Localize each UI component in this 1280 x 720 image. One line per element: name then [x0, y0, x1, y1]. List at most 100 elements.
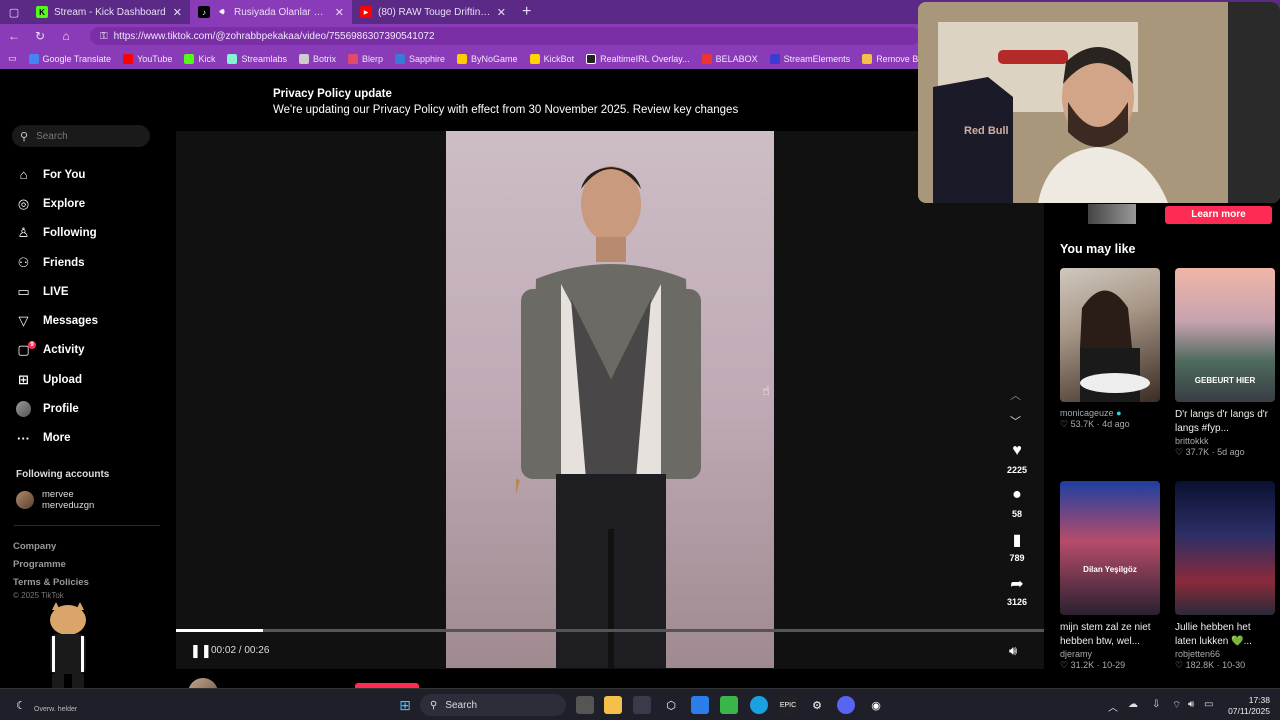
bookmark-blerp[interactable]: Blerp	[348, 53, 383, 64]
card-author[interactable]: robjetten66	[1175, 649, 1275, 659]
usb-icon[interactable]: ⇩	[1152, 699, 1160, 710]
youtube-icon	[123, 53, 134, 64]
bookmark-sapphire[interactable]: Sapphire	[395, 53, 445, 64]
browser-tab-tiktok[interactable]: ♪ 🔊︎ Rusiyada Olanlar Derhal Çıxın ✕	[190, 0, 352, 24]
browser-tab-kick[interactable]: K Stream - Kick Dashboard ✕	[28, 0, 190, 24]
footer-link-programme[interactable]: Programme	[13, 556, 89, 574]
video-thumbnail[interactable]	[1175, 481, 1275, 615]
url-field[interactable]: ⚿ https://www.tiktok.com/@zohrabbpekakaa…	[90, 27, 920, 45]
app-icon[interactable]: ⬡	[662, 696, 680, 714]
video-thumbnail[interactable]: GEBEURT HIER	[1175, 268, 1275, 402]
comment-button[interactable]: ● 58	[1001, 486, 1033, 519]
video-player[interactable]	[176, 131, 1044, 669]
cloud-icon[interactable]: ☁	[1128, 699, 1138, 710]
bookmark-botrix[interactable]: Botrix	[298, 53, 336, 64]
search-input[interactable]: ⚲ Search	[12, 125, 150, 147]
weather-icon[interactable]: ☾	[12, 696, 30, 714]
card-author[interactable]: djeramy	[1060, 649, 1160, 659]
sidebar-item-messages[interactable]: ▽ Messages	[16, 306, 166, 335]
sidebar-item-live[interactable]: ▭ LIVE	[16, 277, 166, 306]
sidebar-item-following[interactable]: ♙ Following	[16, 219, 166, 248]
mouse-cursor-icon: ☝	[762, 383, 770, 398]
recommended-video-card[interactable]: Dilan Yeşilgöz mijn stem zal ze niet heb…	[1060, 481, 1160, 671]
sidebar-item-friends[interactable]: ⚇ Friends	[16, 248, 166, 277]
recommended-video-card[interactable]: monicageuze ● ♡ 53.7K · 4d ago	[1060, 268, 1160, 430]
footer-link-terms[interactable]: Terms & Policies	[13, 574, 89, 592]
sidebar-item-more[interactable]: ··· More	[16, 424, 166, 453]
following-account-item[interactable]: mervee merveduzgn	[16, 489, 94, 511]
task-view-icon[interactable]	[576, 696, 594, 714]
recommended-video-card[interactable]: Jullie hebben het laten lukken 💚... robj…	[1175, 481, 1275, 671]
card-author[interactable]: monicageuze ●	[1060, 408, 1160, 418]
blerp-icon	[348, 53, 358, 64]
edge-icon[interactable]	[750, 696, 768, 714]
wifi-icon[interactable]: ⌔	[1172, 699, 1181, 712]
privacy-body[interactable]: We're updating our Privacy Policy with e…	[273, 102, 738, 118]
footer-link-company[interactable]: Company	[13, 538, 89, 556]
bookmark-kickbot[interactable]: KickBot	[529, 53, 574, 64]
volume-icon[interactable]: 🔊︎	[1009, 643, 1017, 659]
bookmark-youtube[interactable]: YouTube	[123, 53, 172, 64]
chevron-up-icon[interactable]: ︿	[1010, 387, 1021, 403]
bookmark-google-translate[interactable]: Google Translate	[28, 53, 111, 64]
sidebar-item-profile[interactable]: Profile	[16, 394, 166, 423]
xbox-icon[interactable]	[720, 696, 738, 714]
video-progress-bar[interactable]	[176, 629, 1044, 632]
like-button[interactable]: ♥ 2225	[1001, 442, 1033, 475]
close-tab-icon[interactable]: ✕	[497, 6, 506, 19]
store-icon[interactable]	[633, 696, 651, 714]
new-tab-button[interactable]: +	[514, 3, 539, 21]
sidebar-item-activity[interactable]: ▢ 9 Activity	[16, 336, 166, 365]
steam-icon[interactable]: ⚙	[808, 696, 826, 714]
close-tab-icon[interactable]: ✕	[335, 6, 344, 19]
privacy-banner[interactable]: Privacy Policy update We're updating our…	[273, 86, 738, 118]
browser-tab-youtube[interactable]: ▶ (80) RAW Touge Drifting at Gunsa ✕	[352, 0, 514, 24]
epic-games-icon[interactable]: EPIC	[779, 696, 797, 714]
volume-icon[interactable]: 🔊︎	[1188, 699, 1194, 710]
refresh-icon[interactable]: ↻	[34, 29, 46, 43]
site-info-icon[interactable]: ⚿	[100, 31, 108, 42]
video-thumbnail[interactable]: Dilan Yeşilgöz	[1060, 481, 1160, 615]
account-display-name: mervee	[42, 489, 74, 500]
save-button[interactable]: ▮ 789	[1001, 530, 1033, 563]
file-explorer-icon[interactable]	[604, 696, 622, 714]
video-frame[interactable]	[446, 131, 774, 668]
bookmark-belabox[interactable]: BELABOX	[701, 53, 758, 64]
speaker-icon[interactable]: 🔊︎	[216, 6, 228, 18]
bookmark-streamelements[interactable]: StreamElements	[769, 53, 850, 64]
chevron-down-icon[interactable]: ﹀	[1010, 413, 1021, 429]
start-icon[interactable]: ⊞	[396, 696, 414, 714]
close-tab-icon[interactable]: ✕	[173, 6, 182, 19]
sidebar-item-explore[interactable]: ◎ Explore	[16, 189, 166, 218]
ad-thumbnail[interactable]	[1088, 204, 1136, 224]
share-button[interactable]: ➦ 3126	[1001, 574, 1033, 607]
home-icon[interactable]: ⌂	[60, 29, 72, 43]
discord-icon[interactable]	[837, 696, 855, 714]
bookmark-streamlabs[interactable]: Streamlabs	[227, 53, 287, 64]
sidebar-item-for-you[interactable]: ⌂ For You	[16, 160, 166, 189]
tiktok-favicon-icon: ♪	[198, 6, 210, 18]
heart-outline-icon: ♡	[1175, 447, 1184, 457]
tab-actions-icon[interactable]: ▢	[0, 6, 28, 19]
taskbar-clock[interactable]: 17:38 07/11/2025	[1224, 695, 1270, 717]
video-thumbnail[interactable]	[1060, 268, 1160, 402]
tray-chevron-up-icon[interactable]: ︿	[1108, 699, 1118, 714]
bookmarks-menu-icon[interactable]: ▭	[8, 53, 17, 64]
tab-title: (80) RAW Touge Drifting at Gunsa	[378, 6, 491, 18]
battery-icon[interactable]: ▭	[1204, 699, 1213, 710]
back-icon[interactable]: ←	[8, 29, 20, 43]
kickbot-icon	[529, 53, 540, 64]
bookmark-bynogame[interactable]: ByNoGame	[457, 53, 518, 64]
bookmark-kick[interactable]: Kick	[184, 53, 215, 64]
app-icon[interactable]: ◉	[867, 696, 885, 714]
streamlabs-icon	[227, 53, 238, 64]
azure-icon[interactable]	[691, 696, 709, 714]
learn-more-button[interactable]: Learn more	[1165, 206, 1272, 224]
comment-icon: ●	[1012, 486, 1022, 503]
card-author[interactable]: brittokkk	[1175, 436, 1275, 446]
pause-icon[interactable]: ❚❚	[190, 643, 212, 659]
taskbar-search[interactable]: ⚲ Search	[420, 694, 566, 716]
sidebar-item-upload[interactable]: ⊞ Upload	[16, 365, 166, 394]
bookmark-realtimeirl[interactable]: RealtimeIRL Overlay...	[586, 53, 690, 64]
recommended-video-card[interactable]: GEBEURT HIER D'r langs d'r langs d'r lan…	[1175, 268, 1275, 458]
